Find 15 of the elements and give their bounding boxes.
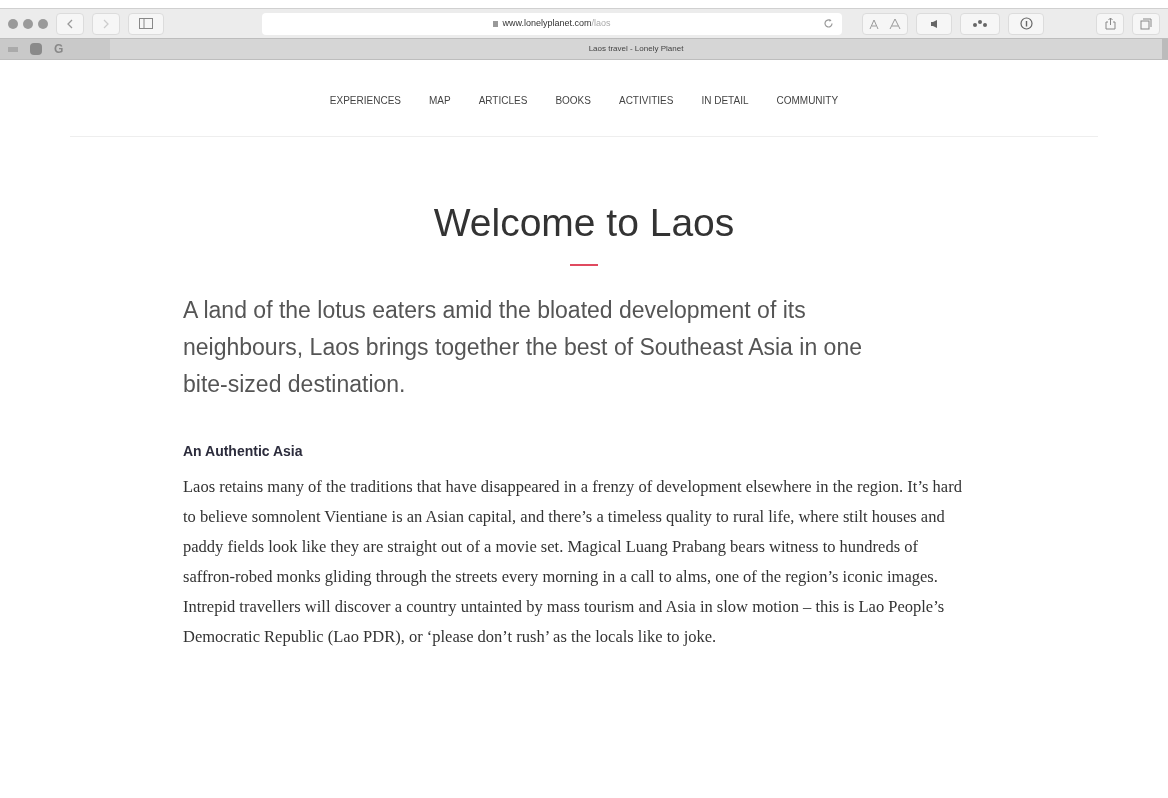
nav-link[interactable]: ACTIVITIES bbox=[618, 93, 674, 108]
nav-link[interactable]: ARTICLES bbox=[478, 93, 528, 108]
nav-link[interactable]: EXPERIENCES bbox=[329, 93, 401, 108]
address-field[interactable]: www.lonelyplanet.com/laos bbox=[262, 12, 842, 35]
url-path: /laos bbox=[591, 16, 611, 30]
lead-paragraph: A land of the lotus eaters amid the bloated development of its neighbours, Laos brings together the best of Southeast Asia in one bite-sized destination. bbox=[183, 296, 863, 399]
nav-link[interactable]: COMMUNITY bbox=[776, 93, 839, 108]
section-heading: An Authentic Asia bbox=[183, 442, 304, 461]
section-body: Laos retains many of the traditions that have disappeared in a frenzy of development elsewhere in the region. It’s hard to believe somnolent Vientiane is an Asian capital, and there’s a timeless quality to rural life, where stilt houses and paddy fields look like they are straight out of a movie set. Magical Luang Prabang bears witness to hundreds of saffron-robed monks gliding through the streets every morning in a call to alms, one of the region’s iconic images. Intrepid travellers will discover a country untainted by mass tourism and Asia in slow motion – this is Lao People’s Democratic Republic (Lao PDR), or ‘please don’t rush’ as the locals like to joke. bbox=[183, 476, 963, 648]
url-host: www.lonelyplanet.com bbox=[502, 16, 592, 30]
nav-link[interactable]: IN DETAIL bbox=[701, 93, 749, 108]
tab-title[interactable]: Laos travel - Lonely Planet bbox=[110, 43, 1162, 55]
page-title: Welcome to Laos bbox=[432, 203, 736, 242]
nav-link[interactable]: MAP bbox=[429, 93, 451, 108]
nav-link[interactable]: BOOKS bbox=[555, 93, 591, 108]
